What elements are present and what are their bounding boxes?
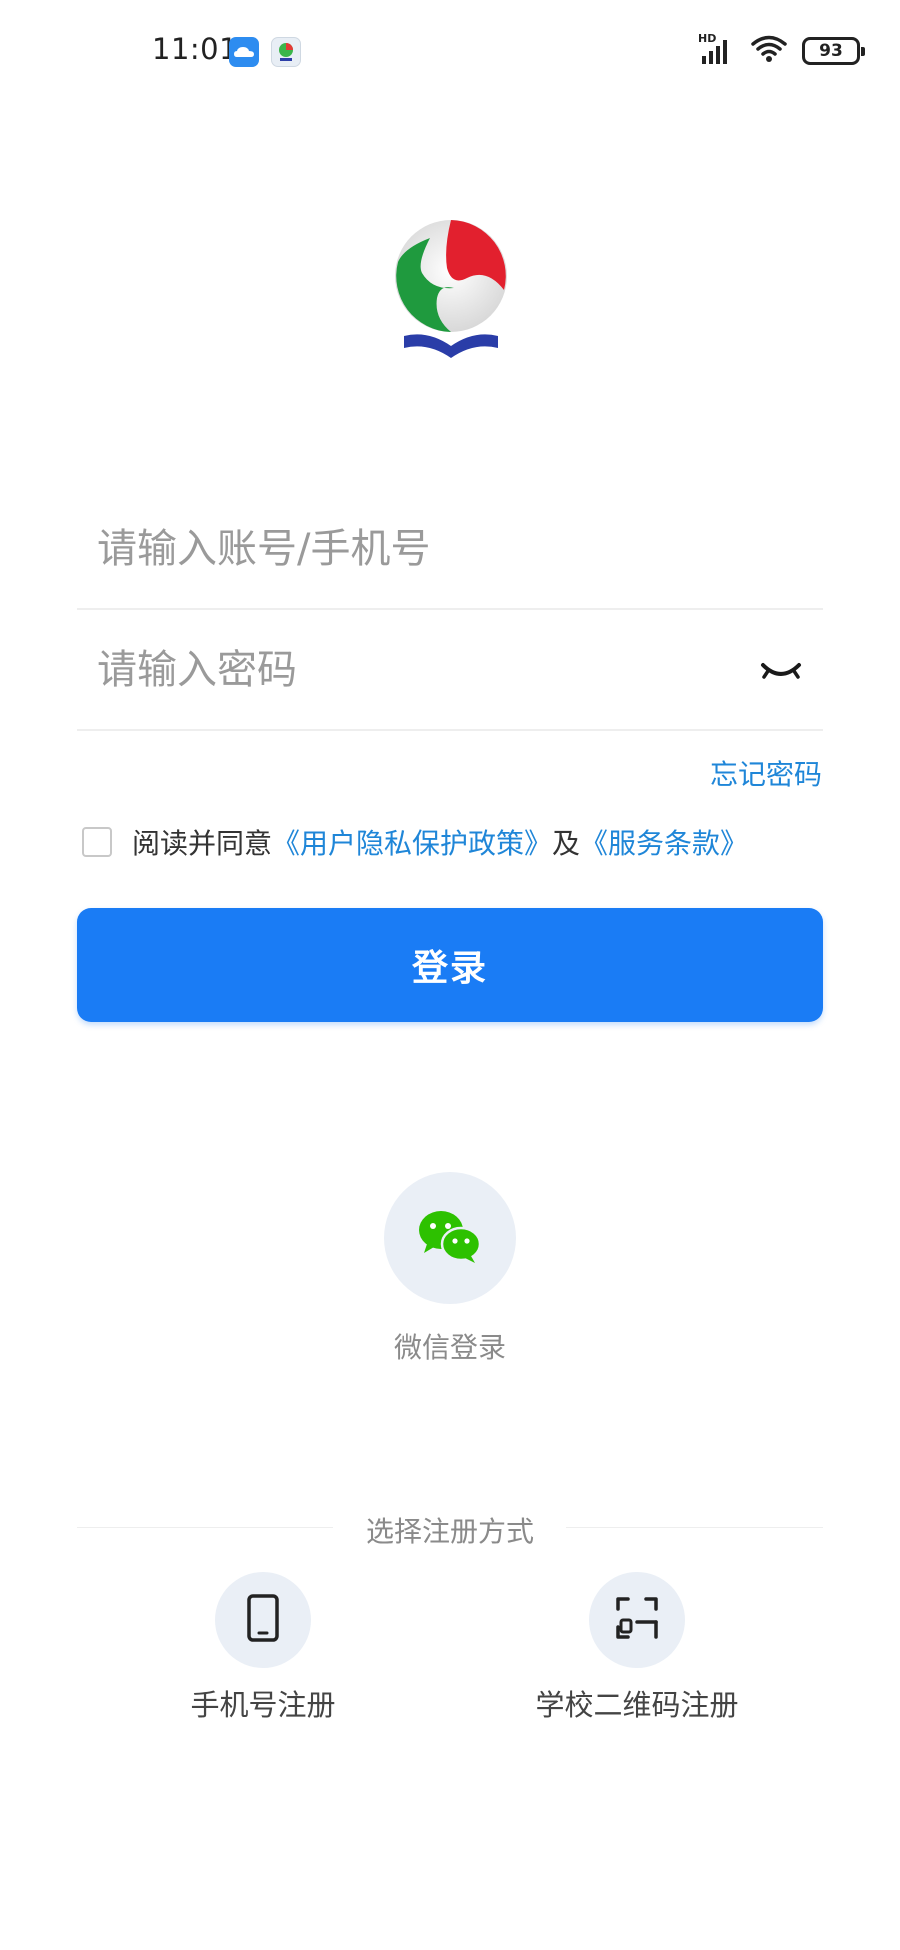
scan-qr-icon xyxy=(615,1596,659,1644)
eye-closed-icon[interactable] xyxy=(759,651,803,691)
qr-register-label[interactable]: 学校二维码注册 xyxy=(477,1682,797,1724)
agree-checkbox[interactable] xyxy=(82,827,112,857)
agree-prefix-text: 阅读并同意 xyxy=(132,827,273,860)
app-logo xyxy=(392,218,510,358)
privacy-policy-link[interactable]: 《用户隐私保护政策》 xyxy=(272,822,552,862)
terms-of-service-link[interactable]: 《服务条款》 xyxy=(580,822,748,862)
register-section-title: 选择注册方式 xyxy=(365,1515,534,1548)
password-input[interactable] xyxy=(97,611,737,729)
account-input[interactable] xyxy=(97,490,737,608)
status-time: 11:01 xyxy=(152,32,239,66)
agree-and-text: 及 xyxy=(552,827,581,860)
status-indicators: HD 93 xyxy=(698,32,865,68)
wechat-login-button[interactable] xyxy=(384,1172,516,1304)
battery-level: 93 xyxy=(819,41,843,61)
phone-register-button[interactable] xyxy=(215,1572,311,1668)
status-bar: 11:01 HD 93 xyxy=(0,0,900,104)
app-logo-small-icon xyxy=(271,37,301,67)
account-field xyxy=(77,490,823,610)
wechat-login-label: 微信登录 xyxy=(393,1331,506,1364)
phone-register-label[interactable]: 手机号注册 xyxy=(103,1682,423,1724)
signal-icon: HD xyxy=(698,32,736,66)
wechat-icon xyxy=(415,1206,485,1270)
agreement-row: 阅读并同意 《用户隐私保护政策》 及 《服务条款》 xyxy=(82,822,748,862)
password-field xyxy=(77,611,823,731)
battery-icon: 93 xyxy=(802,37,865,65)
wifi-icon xyxy=(750,34,788,68)
phone-icon xyxy=(246,1593,280,1647)
cloud-app-icon xyxy=(229,37,259,67)
forgot-password-link[interactable]: 忘记密码 xyxy=(710,753,822,793)
login-button[interactable]: 登录 xyxy=(77,908,823,1022)
qr-register-button[interactable] xyxy=(589,1572,685,1668)
